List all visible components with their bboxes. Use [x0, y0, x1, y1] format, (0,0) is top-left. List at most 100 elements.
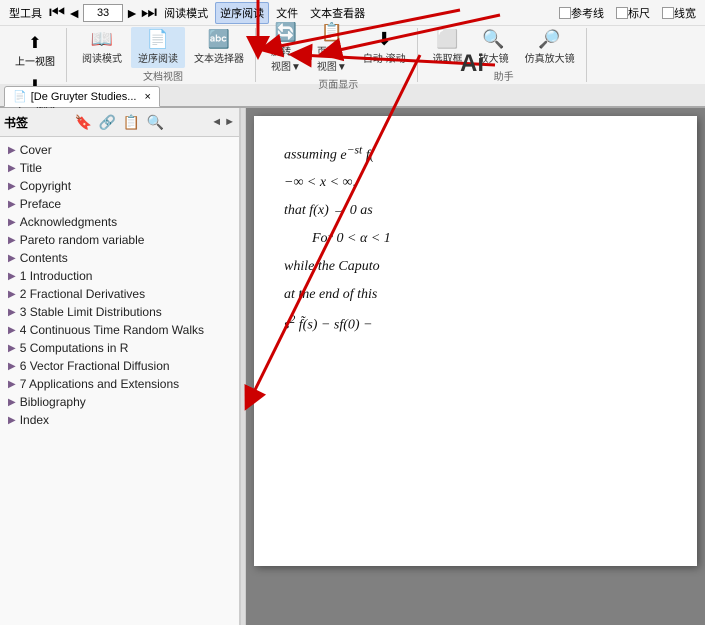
toc-item-applications[interactable]: ▶ 7 Applications and Extensions	[0, 375, 239, 393]
pdf-line-2: −∞ < x < ∞,	[284, 171, 667, 195]
bullet-vector-frac: ▶	[8, 361, 16, 372]
toc-item-copyright[interactable]: ▶ Copyright	[0, 177, 239, 195]
toc-item-intro[interactable]: ▶ 1 Introduction	[0, 267, 239, 285]
search-icon[interactable]: 🔍	[146, 112, 166, 132]
toc-label-index: Index	[20, 413, 49, 427]
toolbar-group-helper: ⬜ 选取框 🔍 放大镜 🔎 仿真放大镜 助手	[422, 28, 587, 82]
btn-reverse-read-icon[interactable]: 📄 逆序阅读	[131, 27, 185, 68]
btn-page-display[interactable]: 📋 页面视图▼	[310, 20, 354, 76]
bullet-intro: ▶	[8, 271, 16, 282]
sidebar-toggle[interactable]: ◄ ►	[211, 116, 235, 128]
link-icon[interactable]: 🔗	[98, 112, 118, 132]
bullet-index: ▶	[8, 415, 16, 426]
btn-ruler-cb[interactable]: 标尺	[611, 2, 655, 24]
toc-item-index[interactable]: ▶ Index	[0, 411, 239, 429]
toc-label-pareto: Pareto random variable	[20, 233, 145, 247]
viewmode-col: 📖 阅读模式 📄 逆序阅读 🔤 文本选择器 文档视图	[75, 27, 251, 83]
tab-document[interactable]: 📄 [De Gruyter Studies... ×	[4, 86, 160, 107]
toc-item-ctrw[interactable]: ▶ 4 Continuous Time Random Walks	[0, 321, 239, 339]
toc-label-intro: 1 Introduction	[20, 269, 93, 283]
sidebar: 书签 🔖 🔗 📋 🔍 ◄ ► ▶ Cover ▶	[0, 108, 240, 625]
reverse-read-icon: 📄	[147, 30, 169, 48]
btn-text-select[interactable]: 🔤 文本选择器	[187, 27, 251, 68]
btn-ref-line-cb[interactable]: 参考线	[554, 2, 609, 24]
pdf-line-1: assuming e−st f(	[284, 140, 667, 167]
rotate-row: 🔄 旋转视图▼ 📋 页面视图▼ ⬇ 自动 滚动	[264, 20, 413, 76]
bullet-bibliography: ▶	[8, 397, 16, 408]
toc-item-pareto[interactable]: ▶ Pareto random variable	[0, 231, 239, 249]
toc-item-acknowledgments[interactable]: ▶ Acknowledgments	[0, 213, 239, 231]
tab-close[interactable]: ×	[144, 91, 150, 103]
toolbar-main: ⬆ 上一视图 ⬇ 下一视图 型工具 📖 阅读模式	[0, 26, 705, 84]
pdf-area: assuming e−st f( −∞ < x < ∞, that f(x) →…	[246, 108, 705, 625]
toggle-right-icon: ►	[224, 116, 235, 128]
list-icon[interactable]: 📋	[122, 112, 142, 132]
btn-read-mode-icon[interactable]: 📖 阅读模式	[75, 27, 129, 68]
main-area: 书签 🔖 🔗 📋 🔍 ◄ ► ▶ Cover ▶	[0, 108, 705, 625]
toc-label-contents: Contents	[20, 251, 68, 265]
cb-refline	[559, 7, 571, 19]
toc-label-ctrw: 4 Continuous Time Random Walks	[20, 323, 204, 337]
pdf-page: assuming e−st f( −∞ < x < ∞, that f(x) →…	[254, 116, 697, 566]
bullet-applications: ▶	[8, 379, 16, 390]
toc-label-frac-deriv: 2 Fractional Derivatives	[20, 287, 145, 301]
bullet-ctrw: ▶	[8, 325, 16, 336]
bullet-copyright: ▶	[8, 181, 16, 192]
btn-linewidth-cb[interactable]: 线宽	[657, 2, 701, 24]
zoom-in-icon: 🔍	[482, 30, 504, 48]
toc-label-stable: 3 Stable Limit Distributions	[20, 305, 162, 319]
bullet-pareto: ▶	[8, 235, 16, 246]
btn-read-mode[interactable]: 阅读模式	[159, 2, 213, 24]
toc-item-vector-frac[interactable]: ▶ 6 Vector Fractional Diffusion	[0, 357, 239, 375]
bullet-title: ▶	[8, 163, 16, 174]
nav-prev[interactable]: ◄	[67, 5, 81, 21]
sidebar-icon-group: 🔖 🔗 📋 🔍	[72, 110, 168, 134]
btn-rotate[interactable]: 🔄 旋转视图▼	[264, 20, 308, 76]
rotate-col: 🔄 旋转视图▼ 📋 页面视图▼ ⬇ 自动 滚动 页面显示	[264, 20, 413, 91]
bullet-preface: ▶	[8, 199, 16, 210]
toc-label-computations: 5 Computations in R	[20, 341, 129, 355]
sim-zoom-icon: 🔎	[538, 30, 560, 48]
btn-sim-zoom[interactable]: 🔎 仿真放大镜	[518, 27, 582, 68]
bullet-cover: ▶	[8, 145, 16, 156]
page-number-input[interactable]	[83, 4, 123, 22]
toc-item-computations[interactable]: ▶ 5 Computations in R	[0, 339, 239, 357]
btn-auto-scroll[interactable]: ⬇ 自动 滚动	[356, 27, 413, 68]
toc-label-bibliography: Bibliography	[20, 395, 86, 409]
bookmark-icon[interactable]: 🔖	[74, 112, 94, 132]
viewmode-label: 文档视图	[75, 68, 251, 83]
menu-tools[interactable]: 型工具	[4, 2, 47, 24]
toc-item-stable[interactable]: ▶ 3 Stable Limit Distributions	[0, 303, 239, 321]
pdf-line-3: that f(x) → 0 as	[284, 199, 667, 223]
pdf-line-7: s2 f̃(s) − sf(0) −	[284, 310, 667, 337]
btn-reverse-read[interactable]: 逆序阅读	[215, 2, 269, 24]
viewmode-row1: 📖 阅读模式 📄 逆序阅读 🔤 文本选择器	[75, 27, 251, 68]
toc-item-preface[interactable]: ▶ Preface	[0, 195, 239, 213]
page-display-icon: 📋	[321, 23, 343, 41]
auto-scroll-icon: ⬇	[377, 30, 392, 48]
btn-prev-view[interactable]: ⬆ 上一视图	[10, 30, 60, 71]
pdf-line-4: For 0 < α < 1	[284, 227, 667, 251]
text-select-icon: 🔤	[208, 30, 230, 48]
bullet-frac-deriv: ▶	[8, 289, 16, 300]
nav-last[interactable]: ⏭	[141, 2, 157, 23]
toc-label-cover: Cover	[20, 143, 52, 157]
toc-item-cover[interactable]: ▶ Cover	[0, 141, 239, 159]
toolbar-nav-row1: ⬆ 上一视图	[10, 30, 60, 71]
helper-row: ⬜ 选取框 🔍 放大镜 🔎 仿真放大镜	[426, 27, 582, 68]
bullet-stable: ▶	[8, 307, 16, 318]
toc-item-title[interactable]: ▶ Title	[0, 159, 239, 177]
toc-item-bibliography[interactable]: ▶ Bibliography	[0, 393, 239, 411]
prev-view-icon: ⬆	[28, 33, 41, 53]
nav-first[interactable]: ⏮	[49, 2, 65, 23]
nav-next[interactable]: ►	[125, 5, 139, 21]
helper-col: ⬜ 选取框 🔍 放大镜 🔎 仿真放大镜 助手	[426, 27, 582, 83]
sidebar-header: 书签 🔖 🔗 📋 🔍 ◄ ►	[0, 108, 239, 137]
pdf-line-6: at the end of this	[284, 283, 667, 307]
toggle-left-icon: ◄	[211, 116, 222, 128]
toolbar-group-nav: ⬆ 上一视图 ⬇ 下一视图 型工具	[4, 28, 67, 82]
pdf-line-5: while the Caputo	[284, 255, 667, 279]
toc-item-frac-deriv[interactable]: ▶ 2 Fractional Derivatives	[0, 285, 239, 303]
toc-item-contents[interactable]: ▶ Contents	[0, 249, 239, 267]
cb-ruler	[616, 7, 628, 19]
